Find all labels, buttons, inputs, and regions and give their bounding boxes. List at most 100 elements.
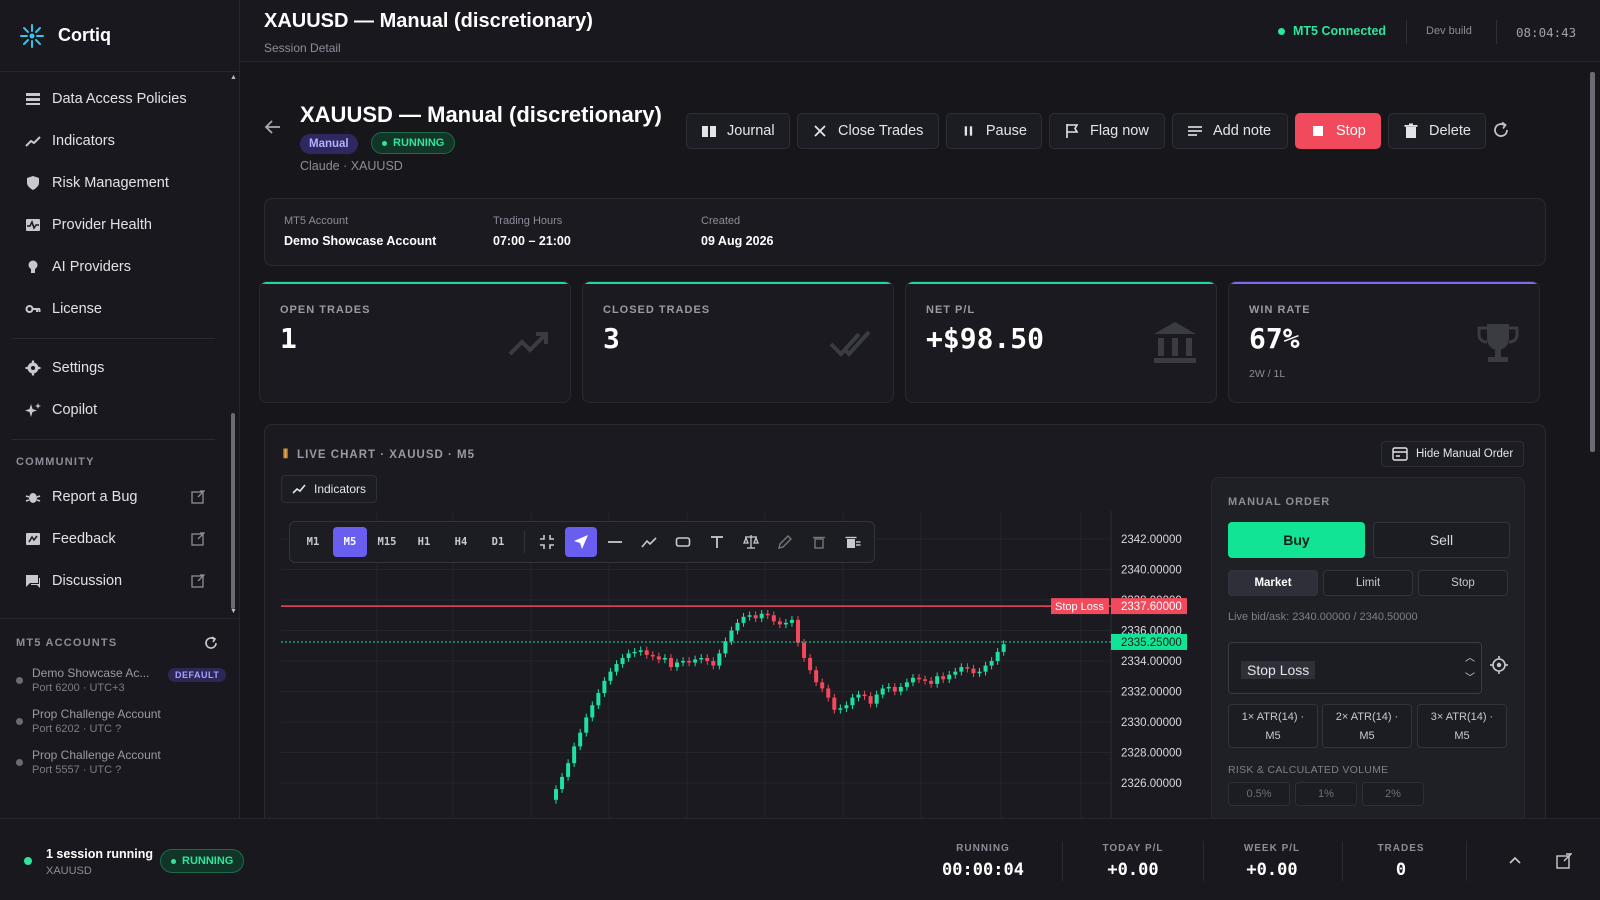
current-price: 2335.25000	[1121, 637, 1182, 649]
collapse-tool[interactable]	[531, 527, 563, 557]
stop-loss-select[interactable]: Stop Loss ︿ ﹀	[1228, 642, 1482, 694]
flag-now-label: Flag now	[1090, 123, 1149, 139]
refresh-icon[interactable]	[204, 636, 218, 650]
candle	[753, 615, 758, 619]
measure-tool[interactable]	[735, 527, 767, 557]
risk-2-button[interactable]: 2%	[1362, 782, 1424, 806]
stat-label: TRADES	[1377, 843, 1425, 854]
divider	[1062, 841, 1063, 881]
stat-label: TODAY P/L	[1102, 843, 1164, 854]
sidebar-item-discussion[interactable]: Discussion	[0, 560, 239, 602]
sidebar-item-ai-providers[interactable]: AI Providers	[0, 246, 239, 288]
y-tick-label: 2334.00000	[1121, 656, 1182, 668]
delete-label: Delete	[1429, 123, 1471, 139]
chevron-up-icon[interactable]	[1508, 853, 1522, 867]
candle	[947, 674, 952, 680]
candle	[838, 708, 843, 710]
account-item[interactable]: Demo Showcase Ac... Port 6200 · UTC+3 DE…	[0, 665, 240, 696]
sidebar-item-copilot[interactable]: Copilot	[0, 389, 239, 431]
cursor-tool[interactable]	[565, 527, 597, 557]
indicators-button[interactable]: Indicators	[281, 475, 378, 503]
order-type-limit[interactable]: Limit	[1323, 570, 1413, 596]
sidebar-item-feedback[interactable]: Feedback	[0, 518, 239, 560]
candle	[971, 668, 976, 674]
external-link-icon	[191, 532, 205, 546]
add-note-button[interactable]: Add note	[1172, 113, 1288, 149]
sessions-symbol: XAUUSD	[46, 865, 92, 877]
timeframe-h1[interactable]: H1	[407, 527, 441, 557]
chart-title: ⫴ LIVE CHART · XAUUSD · M5	[283, 447, 475, 462]
mt5-accounts-heading: MT5 ACCOUNTS	[0, 629, 240, 657]
sidebar-item-risk-management[interactable]: Risk Management	[0, 162, 239, 204]
scroll-down-arrow[interactable]: ▼	[230, 608, 237, 615]
sidebar-item-label: License	[52, 301, 102, 317]
pause-button[interactable]: Pause	[946, 113, 1042, 149]
text-tool[interactable]	[701, 527, 733, 557]
note-icon	[1188, 126, 1202, 136]
risk-1-button[interactable]: 1%	[1295, 782, 1357, 806]
trendline-tool[interactable]	[633, 527, 665, 557]
risk-0-5-button[interactable]: 0.5%	[1228, 782, 1290, 806]
info-label: Created	[701, 215, 741, 227]
trending-up-icon	[508, 332, 548, 356]
stat-value: 1	[280, 322, 297, 355]
main-scrollbar[interactable]	[1590, 72, 1595, 452]
timeframe-h4[interactable]: H4	[444, 527, 478, 557]
sidebar-item-data-access-policies[interactable]: Data Access Policies	[0, 78, 239, 120]
stat-label: NET P/L	[926, 304, 976, 316]
order-type-market[interactable]: Market	[1228, 570, 1318, 596]
buy-button[interactable]: Buy	[1228, 522, 1365, 558]
sell-button[interactable]: Sell	[1373, 522, 1510, 558]
stop-label: Stop	[1336, 123, 1366, 139]
sidebar-item-report-bug[interactable]: Report a Bug	[0, 476, 239, 518]
sidebar-item-settings[interactable]: Settings	[0, 347, 239, 389]
timeframe-m5[interactable]: M5	[333, 527, 367, 557]
account-item[interactable]: Prop Challenge Account Port 5557 · UTC ?	[0, 747, 240, 778]
order-type-stop[interactable]: Stop	[1418, 570, 1508, 596]
manual-order-title: MANUAL ORDER	[1228, 496, 1331, 508]
sidebar-item-indicators[interactable]: Indicators	[0, 120, 239, 162]
atr-3x-button[interactable]: 3× ATR(14) · M5	[1417, 704, 1507, 748]
status-badge-text: RUNNING	[393, 137, 445, 149]
close-trades-button[interactable]: Close Trades	[797, 113, 939, 149]
candle	[620, 657, 625, 665]
journal-button[interactable]: Journal	[686, 113, 790, 149]
scroll-up-arrow[interactable]: ▲	[230, 74, 237, 81]
account-item[interactable]: Prop Challenge Account Port 6202 · UTC ?	[0, 706, 240, 737]
community-heading: COMMUNITY	[16, 456, 95, 468]
mt5-accounts-label: MT5 ACCOUNTS	[16, 637, 118, 649]
external-link-icon	[191, 574, 205, 588]
clear-all-tool[interactable]	[837, 527, 869, 557]
flag-icon	[1066, 124, 1079, 138]
flag-now-button[interactable]: Flag now	[1049, 113, 1165, 149]
crosshair-icon[interactable]	[1490, 656, 1508, 674]
rectangle-tool[interactable]	[667, 527, 699, 557]
delete-button[interactable]: Delete	[1388, 113, 1486, 149]
timeframe-m1[interactable]: M1	[296, 527, 330, 557]
external-link-icon[interactable]	[1556, 853, 1572, 869]
mt5-accounts-section: MT5 ACCOUNTS Demo Showcase Ac... Port 62…	[0, 618, 240, 788]
stat-value: 0	[1395, 860, 1407, 880]
pencil-tool[interactable]	[769, 527, 801, 557]
sidebar-item-license[interactable]: License	[0, 288, 239, 330]
delete-drawing-tool[interactable]	[803, 527, 835, 557]
timeframe-m15[interactable]: M15	[370, 527, 404, 557]
timeframe-d1[interactable]: D1	[481, 527, 515, 557]
hide-manual-order-label: Hide Manual Order	[1416, 448, 1514, 460]
hide-manual-order-button[interactable]: Hide Manual Order	[1381, 441, 1525, 467]
sidebar-scrollbar[interactable]	[231, 413, 235, 609]
brand[interactable]: Cortiq	[0, 0, 239, 72]
candle	[644, 650, 649, 655]
atr-label: 2× ATR(14) ·	[1335, 711, 1399, 723]
stop-button[interactable]: Stop	[1295, 113, 1381, 149]
back-arrow-icon[interactable]	[264, 118, 282, 136]
candle	[874, 694, 879, 704]
candle	[560, 776, 565, 790]
sidebar-item-label: Discussion	[52, 573, 123, 589]
refresh-icon[interactable]	[1492, 121, 1510, 139]
atr-1x-button[interactable]: 1× ATR(14) · M5	[1228, 704, 1318, 748]
sidebar-item-provider-health[interactable]: Provider Health	[0, 204, 239, 246]
atr-2x-button[interactable]: 2× ATR(14) · M5	[1322, 704, 1412, 748]
horizontal-line-tool[interactable]	[599, 527, 631, 557]
candle	[638, 650, 643, 652]
